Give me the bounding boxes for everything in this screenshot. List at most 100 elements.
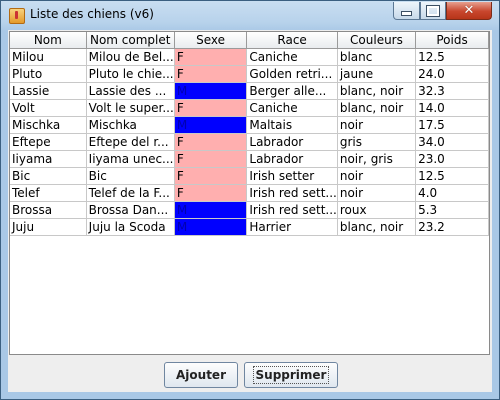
table-row[interactable]: Juju Juju la Scoda M Harrier blanc, noir 23.2 bbox=[10, 218, 489, 236]
cell-sexe[interactable]: M bbox=[174, 82, 248, 100]
cell-poids[interactable]: 23.2 bbox=[415, 218, 489, 236]
cell-race[interactable]: Golden retri... bbox=[246, 65, 338, 83]
maximize-icon bbox=[426, 4, 440, 17]
cell-sexe[interactable]: M bbox=[174, 218, 248, 236]
cell-nom-complet[interactable]: Bic bbox=[86, 167, 175, 185]
close-icon: ✕ bbox=[463, 3, 475, 18]
cell-nom-complet[interactable]: Iiyama unec... bbox=[86, 150, 175, 168]
cell-sexe[interactable]: F bbox=[174, 48, 248, 66]
cell-sexe[interactable]: M bbox=[174, 201, 248, 219]
cell-race[interactable]: Labrador bbox=[246, 133, 338, 151]
cell-nom[interactable]: Lassie bbox=[10, 82, 87, 100]
column-header-poids[interactable]: Poids bbox=[415, 32, 489, 49]
cell-couleurs[interactable]: blanc bbox=[337, 48, 417, 66]
cell-race[interactable]: Irish setter bbox=[246, 167, 338, 185]
cell-couleurs[interactable]: gris bbox=[337, 133, 417, 151]
cell-poids[interactable]: 12.5 bbox=[415, 167, 489, 185]
cell-poids[interactable]: 23.0 bbox=[415, 150, 489, 168]
dogs-table[interactable]: Nom Nom complet Sexe Race Couleurs Poids… bbox=[10, 32, 489, 236]
cell-race[interactable]: Caniche bbox=[246, 99, 338, 117]
cell-sexe[interactable]: F bbox=[174, 133, 248, 151]
cell-nom[interactable]: Milou bbox=[10, 48, 87, 66]
cell-nom-complet[interactable]: Eftepe del r... bbox=[86, 133, 175, 151]
delete-button[interactable]: Supprimer bbox=[244, 362, 338, 388]
column-header-couleurs[interactable]: Couleurs bbox=[337, 32, 417, 49]
column-header-race[interactable]: Race bbox=[246, 32, 338, 49]
cell-sexe[interactable]: F bbox=[174, 184, 248, 202]
button-bar: Ajouter Supprimer bbox=[8, 360, 492, 390]
cell-race[interactable]: Berger alle... bbox=[246, 82, 338, 100]
cell-poids[interactable]: 24.0 bbox=[415, 65, 489, 83]
cell-sexe[interactable]: F bbox=[174, 167, 248, 185]
cell-sexe[interactable]: F bbox=[174, 65, 248, 83]
cell-race[interactable]: Irish red sett... bbox=[246, 184, 338, 202]
cell-nom[interactable]: Mischka bbox=[10, 116, 87, 134]
cell-couleurs[interactable]: noir bbox=[337, 167, 417, 185]
cell-nom-complet[interactable]: Telef de la F... bbox=[86, 184, 175, 202]
table-body: Milou Milou de Bel... F Caniche blanc 12.5 Plu… bbox=[10, 48, 489, 236]
cell-race[interactable]: Maltais bbox=[246, 116, 338, 134]
close-button[interactable]: ✕ bbox=[446, 2, 492, 20]
cell-nom[interactable]: Brossa bbox=[10, 201, 87, 219]
cell-poids[interactable]: 5.3 bbox=[415, 201, 489, 219]
table-row[interactable]: Mischka Mischka M Maltais noir 17.5 bbox=[10, 116, 489, 134]
cell-nom-complet[interactable]: Brossa Dan... bbox=[86, 201, 175, 219]
cell-sexe[interactable]: F bbox=[174, 150, 248, 168]
cell-sexe[interactable]: M bbox=[174, 116, 248, 134]
cell-nom[interactable]: Juju bbox=[10, 218, 87, 236]
cell-couleurs[interactable]: noir bbox=[337, 116, 417, 134]
table-row[interactable]: Bic Bic F Irish setter noir 12.5 bbox=[10, 167, 489, 185]
cell-couleurs[interactable]: jaune bbox=[337, 65, 417, 83]
maximize-button[interactable] bbox=[420, 2, 446, 20]
cell-couleurs[interactable]: blanc, noir bbox=[337, 82, 417, 100]
minimize-button[interactable] bbox=[393, 2, 420, 20]
cell-poids[interactable]: 34.0 bbox=[415, 133, 489, 151]
column-header-nom-complet[interactable]: Nom complet bbox=[86, 32, 175, 49]
cell-couleurs[interactable]: blanc, noir bbox=[337, 218, 417, 236]
cell-nom[interactable]: Eftepe bbox=[10, 133, 87, 151]
minimize-icon bbox=[401, 11, 412, 16]
java-app-icon bbox=[9, 8, 25, 24]
add-button[interactable]: Ajouter bbox=[164, 362, 238, 388]
title-bar[interactable]: Liste des chiens (v6) ✕ bbox=[1, 1, 499, 30]
cell-nom-complet[interactable]: Pluto le chie... bbox=[86, 65, 175, 83]
cell-race[interactable]: Harrier bbox=[246, 218, 338, 236]
table-row[interactable]: Lassie Lassie des ... M Berger alle... blanc… bbox=[10, 82, 489, 100]
column-header-sexe[interactable]: Sexe bbox=[174, 32, 248, 49]
column-header-nom[interactable]: Nom bbox=[10, 32, 87, 49]
cell-couleurs[interactable]: blanc, noir bbox=[337, 99, 417, 117]
cell-nom[interactable]: Telef bbox=[10, 184, 87, 202]
cell-nom-complet[interactable]: Mischka bbox=[86, 116, 175, 134]
cell-nom-complet[interactable]: Lassie des ... bbox=[86, 82, 175, 100]
cell-couleurs[interactable]: noir, gris bbox=[337, 150, 417, 168]
cell-poids[interactable]: 32.3 bbox=[415, 82, 489, 100]
add-button-label: Ajouter bbox=[176, 368, 226, 382]
table-row[interactable]: Milou Milou de Bel... F Caniche blanc 12.5 bbox=[10, 48, 489, 66]
cell-race[interactable]: Labrador bbox=[246, 150, 338, 168]
cell-nom[interactable]: Iiyama bbox=[10, 150, 87, 168]
cell-race[interactable]: Irish red sett... bbox=[246, 201, 338, 219]
cell-couleurs[interactable]: roux bbox=[337, 201, 417, 219]
table-row[interactable]: Volt Volt le super... F Caniche blanc, noir 1… bbox=[10, 99, 489, 117]
cell-sexe[interactable]: F bbox=[174, 99, 248, 117]
delete-button-label: Supprimer bbox=[252, 366, 330, 384]
table-row[interactable]: Telef Telef de la F... F Irish red sett... n… bbox=[10, 184, 489, 202]
cell-poids[interactable]: 14.0 bbox=[415, 99, 489, 117]
cell-nom-complet[interactable]: Juju la Scoda bbox=[86, 218, 175, 236]
table-row[interactable]: Brossa Brossa Dan... M Irish red sett... rou… bbox=[10, 201, 489, 219]
cell-nom[interactable]: Volt bbox=[10, 99, 87, 117]
table-row[interactable]: Eftepe Eftepe del r... F Labrador gris 34.0 bbox=[10, 133, 489, 151]
cell-couleurs[interactable]: noir bbox=[337, 184, 417, 202]
cell-nom-complet[interactable]: Milou de Bel... bbox=[86, 48, 175, 66]
cell-poids[interactable]: 17.5 bbox=[415, 116, 489, 134]
cell-nom[interactable]: Pluto bbox=[10, 65, 87, 83]
cell-poids[interactable]: 12.5 bbox=[415, 48, 489, 66]
cell-nom[interactable]: Bic bbox=[10, 167, 87, 185]
cell-race[interactable]: Caniche bbox=[246, 48, 338, 66]
cell-nom-complet[interactable]: Volt le super... bbox=[86, 99, 175, 117]
table-row[interactable]: Iiyama Iiyama unec... F Labrador noir, gris 2… bbox=[10, 150, 489, 168]
table-row[interactable]: Pluto Pluto le chie... F Golden retri... jau… bbox=[10, 65, 489, 83]
dogs-table-scrollpane[interactable]: Nom Nom complet Sexe Race Couleurs Poids… bbox=[9, 31, 490, 355]
cell-poids[interactable]: 4.0 bbox=[415, 184, 489, 202]
table-header-row: Nom Nom complet Sexe Race Couleurs Poids bbox=[10, 32, 489, 49]
